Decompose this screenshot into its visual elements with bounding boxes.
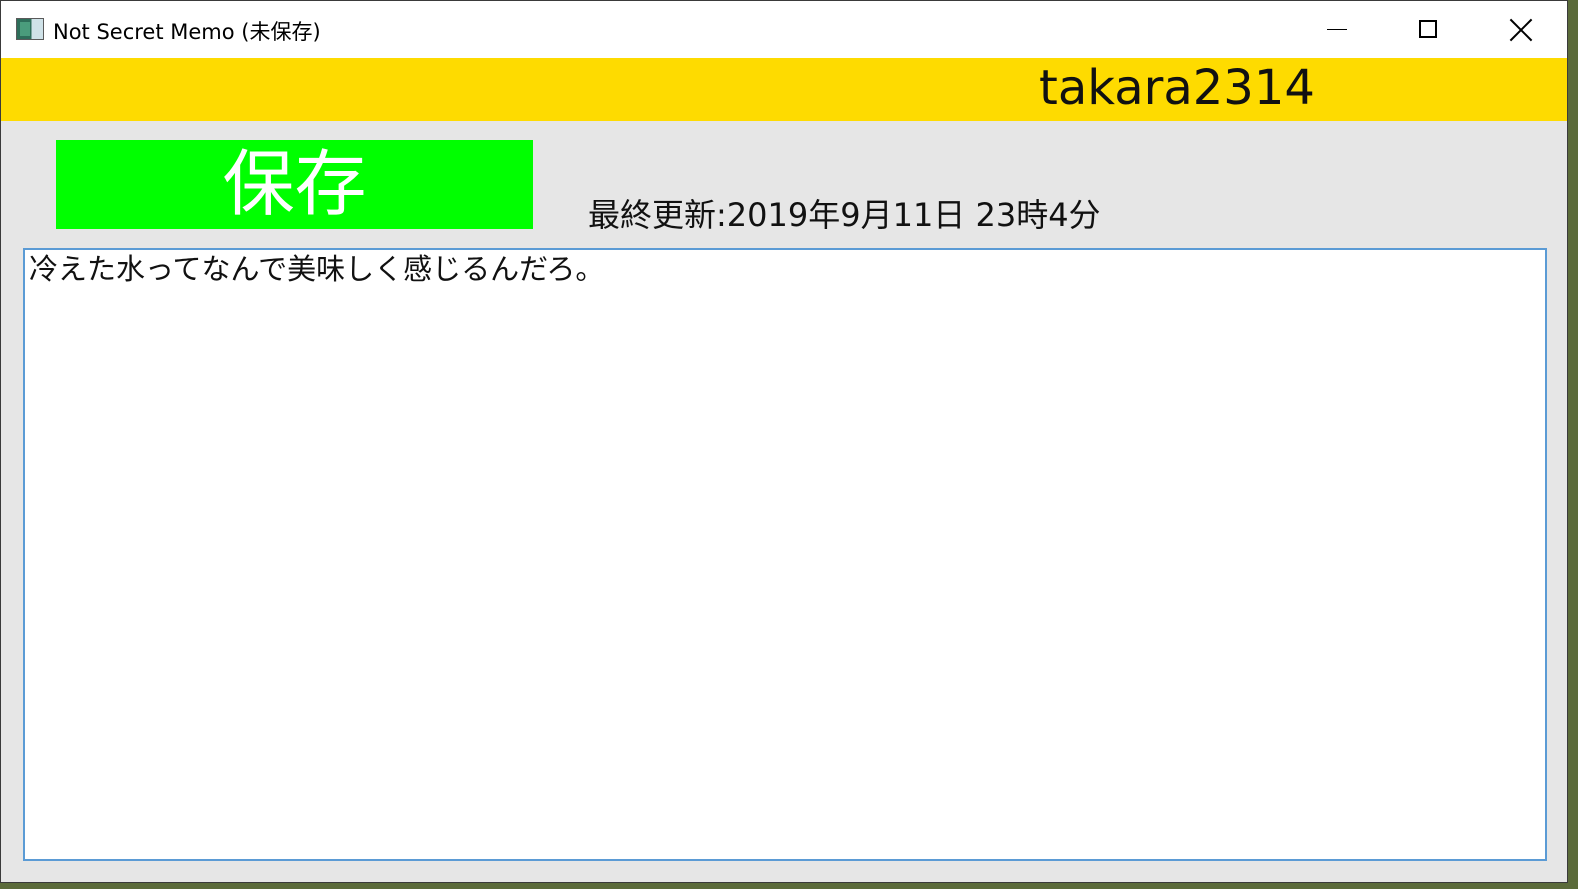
last-updated-label: 最終更新:2019年9月11日 23時4分 xyxy=(588,196,1101,234)
close-icon xyxy=(1509,18,1533,42)
close-button[interactable] xyxy=(1475,1,1567,58)
user-header-bar: takara2314 xyxy=(1,58,1567,121)
minimize-icon xyxy=(1327,29,1347,30)
username-label: takara2314 xyxy=(1039,60,1315,116)
minimize-button[interactable] xyxy=(1291,1,1383,58)
memo-textarea[interactable]: 冷えた水ってなんで美味しく感じるんだろ。 xyxy=(23,248,1547,861)
save-button[interactable]: 保存 xyxy=(56,140,533,229)
app-icon xyxy=(16,18,44,40)
maximize-button[interactable] xyxy=(1383,1,1475,58)
app-window: Not Secret Memo (未保存) takara2314 保存 最終更新… xyxy=(0,0,1568,883)
title-bar[interactable]: Not Secret Memo (未保存) xyxy=(1,1,1567,58)
window-title: Not Secret Memo (未保存) xyxy=(53,20,321,44)
maximize-icon xyxy=(1419,20,1437,38)
